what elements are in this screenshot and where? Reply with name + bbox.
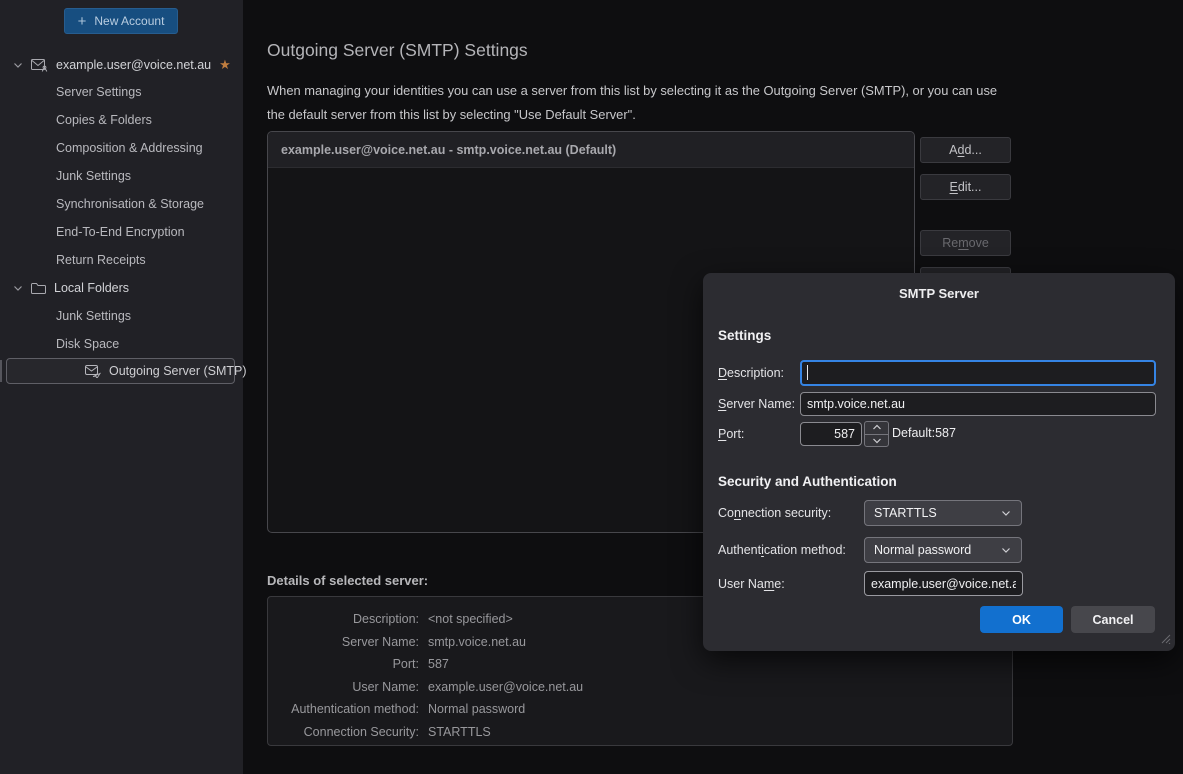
sidebar-item-local-junk-settings[interactable]: Junk Settings <box>56 303 131 329</box>
resize-grip-icon[interactable] <box>1158 631 1171 647</box>
details-label: Description: <box>268 612 419 626</box>
folder-icon <box>31 282 46 294</box>
ok-button[interactable]: OK <box>980 606 1063 633</box>
add-button-label: Add... <box>949 143 982 157</box>
remove-button-label: Remove <box>942 236 989 250</box>
add-button[interactable]: Add... <box>920 137 1011 163</box>
default-account-star-icon: ★ <box>219 57 231 73</box>
sidebar-item-junk-settings[interactable]: Junk Settings <box>56 163 131 189</box>
spinner-up-icon[interactable] <box>865 422 888 435</box>
outgoing-server-icon <box>85 365 101 378</box>
details-row-auth-method: Authentication method: Normal password <box>268 698 1012 721</box>
sidebar-item-sync-storage[interactable]: Synchronisation & Storage <box>56 191 204 217</box>
cancel-button[interactable]: Cancel <box>1071 606 1155 633</box>
user-name-label: User Name: <box>718 577 785 591</box>
sidebar-item-server-settings[interactable]: Server Settings <box>56 79 141 105</box>
sidebar-item-e2e-encryption[interactable]: End-To-End Encryption <box>56 219 185 245</box>
chevron-down-icon[interactable] <box>12 59 24 71</box>
selection-indicator <box>0 360 2 382</box>
sidebar-item-disk-space[interactable]: Disk Space <box>56 331 119 357</box>
user-name-input[interactable] <box>864 571 1023 596</box>
connection-security-value: STARTTLS <box>874 506 937 520</box>
local-folders-label: Local Folders <box>54 281 129 295</box>
port-default-text: Default:587 <box>892 426 956 440</box>
page-description: When managing your identities you can us… <box>267 79 1015 127</box>
details-label: Authentication method: <box>268 702 419 716</box>
port-spinner <box>864 421 889 447</box>
details-row-user-name: User Name: example.user@voice.net.au <box>268 676 1012 699</box>
plus-icon: + <box>78 14 87 29</box>
chevron-down-icon <box>1000 544 1012 556</box>
details-value: 587 <box>428 657 449 671</box>
security-section-heading: Security and Authentication <box>718 474 897 489</box>
details-label: Port: <box>268 657 419 671</box>
new-account-button[interactable]: + New Account <box>64 8 178 34</box>
edit-button-label: Edit... <box>950 180 982 194</box>
settings-section-heading: Settings <box>718 328 771 343</box>
page-title: Outgoing Server (SMTP) Settings <box>267 40 528 61</box>
server-name-input[interactable] <box>800 392 1156 416</box>
connection-security-label: Connection security: <box>718 506 831 520</box>
details-label: Connection Security: <box>268 725 419 739</box>
chevron-down-icon <box>1000 507 1012 519</box>
sidebar-account-row[interactable]: example.user@voice.net.au ★ <box>0 52 243 78</box>
sidebar-item-return-receipts[interactable]: Return Receipts <box>56 247 146 273</box>
sidebar-item-composition[interactable]: Composition & Addressing <box>56 135 203 161</box>
details-value: example.user@voice.net.au <box>428 680 583 694</box>
details-value: <not specified> <box>428 612 513 626</box>
account-email: example.user@voice.net.au <box>56 58 211 72</box>
details-row-connection-security: Connection Security: STARTTLS <box>268 721 1012 744</box>
description-input[interactable] <box>800 360 1156 386</box>
details-label: Server Name: <box>268 635 419 649</box>
details-row-port: Port: 587 <box>268 653 1012 676</box>
smtp-server-list-item-label: example.user@voice.net.au - smtp.voice.n… <box>281 143 616 157</box>
details-value: Normal password <box>428 702 525 716</box>
port-input[interactable] <box>800 422 862 446</box>
sidebar-local-folders-row[interactable]: Local Folders <box>0 275 243 301</box>
edit-button[interactable]: Edit... <box>920 174 1011 200</box>
server-name-label: Server Name: <box>718 397 795 411</box>
sidebar-item-copies-folders[interactable]: Copies & Folders <box>56 107 152 133</box>
connection-security-select[interactable]: STARTTLS <box>864 500 1022 526</box>
port-label: Port: <box>718 427 744 441</box>
details-value: STARTTLS <box>428 725 491 739</box>
dialog-title: SMTP Server <box>703 286 1175 301</box>
smtp-server-list-item[interactable]: example.user@voice.net.au - smtp.voice.n… <box>268 132 914 168</box>
details-label: User Name: <box>268 680 419 694</box>
auth-method-label: Authentication method: <box>718 543 846 557</box>
remove-button: Remove <box>920 230 1011 256</box>
account-settings-window: + New Account example.user@voice.net.au … <box>0 0 1183 774</box>
description-label: Description: <box>718 366 784 380</box>
mail-account-icon <box>31 59 48 72</box>
auth-method-select[interactable]: Normal password <box>864 537 1022 563</box>
auth-method-value: Normal password <box>874 543 971 557</box>
smtp-server-dialog: SMTP Server Settings Description: Server… <box>703 273 1175 651</box>
new-account-label: New Account <box>94 14 164 28</box>
spinner-down-icon[interactable] <box>865 435 888 447</box>
chevron-down-icon[interactable] <box>12 282 24 294</box>
details-value: smtp.voice.net.au <box>428 635 526 649</box>
outgoing-server-label: Outgoing Server (SMTP) <box>109 364 247 378</box>
details-heading: Details of selected server: <box>267 573 428 588</box>
sidebar-item-outgoing-server[interactable]: Outgoing Server (SMTP) <box>6 358 235 384</box>
account-settings-sidebar: + New Account example.user@voice.net.au … <box>0 0 243 774</box>
